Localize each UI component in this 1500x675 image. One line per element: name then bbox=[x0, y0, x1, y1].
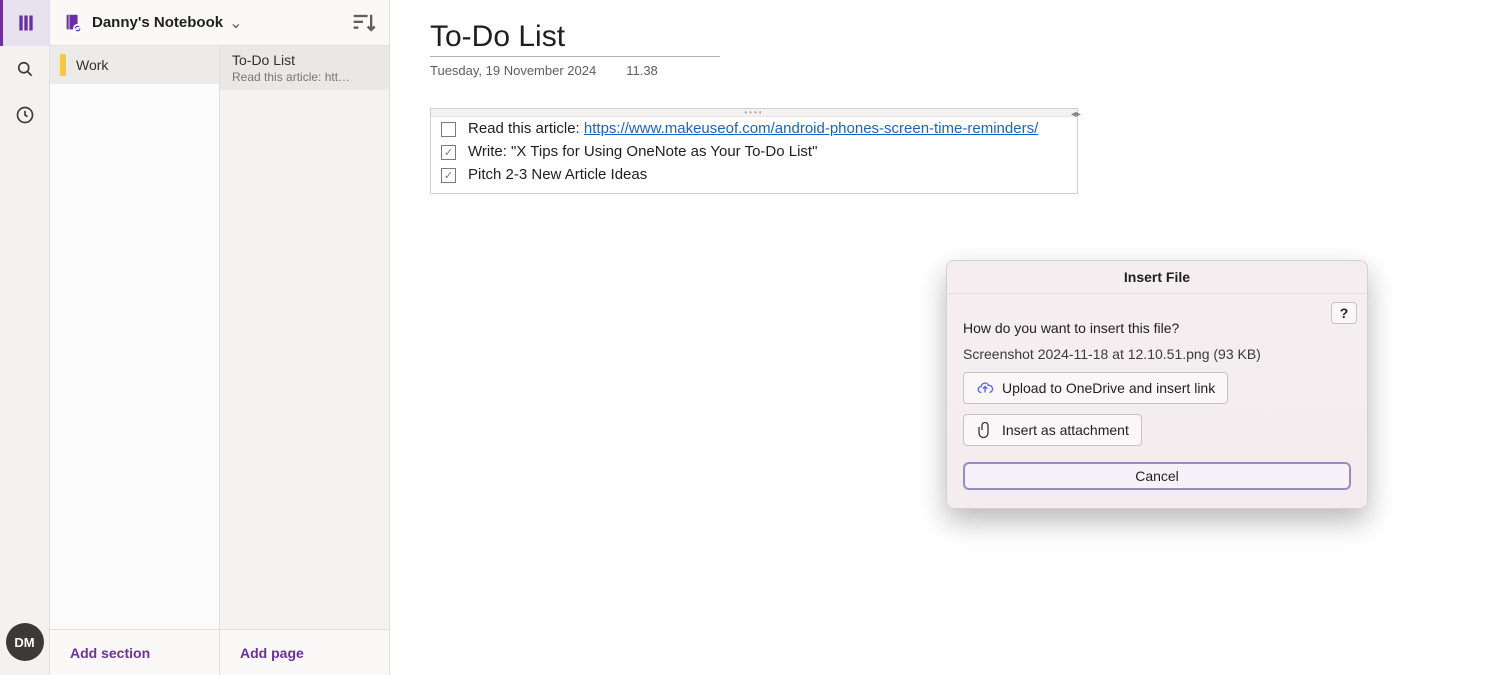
container-drag-handle[interactable]: •••• bbox=[431, 109, 1077, 117]
attach-label: Insert as attachment bbox=[1002, 422, 1129, 438]
page-canvas[interactable]: To-Do List Tuesday, 19 November 2024 11.… bbox=[390, 0, 1500, 675]
rail-notebooks[interactable] bbox=[0, 0, 49, 46]
rail-search[interactable] bbox=[0, 46, 49, 92]
upload-onedrive-button[interactable]: Upload to OneDrive and insert link bbox=[963, 372, 1228, 404]
todo-item[interactable]: Write: "X Tips for Using OneNote as Your… bbox=[431, 140, 1077, 163]
checkbox-checked[interactable] bbox=[441, 168, 456, 183]
section-color-tab bbox=[60, 54, 66, 76]
rail-recents[interactable] bbox=[0, 92, 49, 138]
notebook-sync-icon bbox=[62, 12, 84, 34]
add-section-button[interactable]: Add section bbox=[50, 630, 220, 675]
pages-column: To-Do List Read this article: htt… bbox=[220, 46, 389, 629]
insert-file-dialog: Insert File ? How do you want to insert … bbox=[946, 260, 1368, 509]
page-title[interactable]: To-Do List bbox=[430, 16, 720, 57]
todo-item[interactable]: Pitch 2-3 New Article Ideas bbox=[431, 163, 1077, 193]
sort-button[interactable] bbox=[349, 9, 377, 37]
note-container[interactable]: •••• ◂▸ Read this article: https://www.m… bbox=[430, 108, 1078, 194]
sort-icon bbox=[349, 9, 377, 37]
sections-column: Work bbox=[50, 46, 220, 629]
page-date: Tuesday, 19 November 2024 bbox=[430, 63, 596, 78]
notebook-picker[interactable]: Danny's Notebook ⌄ bbox=[50, 0, 389, 46]
todo-text: Write: "X Tips for Using OneNote as Your… bbox=[468, 143, 817, 160]
section-item[interactable]: Work bbox=[50, 46, 219, 84]
page-item[interactable]: To-Do List Read this article: htt… bbox=[220, 46, 389, 90]
todo-item[interactable]: Read this article: https://www.makeuseof… bbox=[431, 117, 1077, 140]
todo-prefix: Read this article: bbox=[468, 120, 584, 137]
add-page-button[interactable]: Add page bbox=[220, 630, 389, 675]
page-item-title: To-Do List bbox=[232, 52, 377, 68]
cancel-button[interactable]: Cancel bbox=[963, 462, 1351, 490]
checkbox-unchecked[interactable] bbox=[441, 122, 456, 137]
dialog-title: Insert File bbox=[947, 261, 1367, 294]
cloud-upload-icon bbox=[976, 379, 994, 397]
clock-icon bbox=[15, 105, 35, 125]
section-name: Work bbox=[76, 57, 108, 73]
dialog-question: How do you want to insert this file? bbox=[963, 320, 1351, 336]
paperclip-icon bbox=[976, 421, 994, 439]
page-time: 11.38 bbox=[626, 63, 658, 78]
notebook-icon bbox=[16, 13, 36, 33]
chevron-down-icon: ⌄ bbox=[229, 13, 242, 33]
help-button[interactable]: ? bbox=[1331, 302, 1357, 324]
dialog-filename: Screenshot 2024-11-18 at 12.10.51.png (9… bbox=[963, 346, 1351, 362]
avatar[interactable]: DM bbox=[6, 623, 44, 661]
page-item-preview: Read this article: htt… bbox=[232, 70, 377, 84]
notebook-title: Danny's Notebook bbox=[92, 14, 223, 31]
insert-attachment-button[interactable]: Insert as attachment bbox=[963, 414, 1142, 446]
container-resize-handle[interactable]: ◂▸ bbox=[1071, 109, 1081, 120]
todo-text: Read this article: https://www.makeuseof… bbox=[468, 120, 1038, 137]
upload-label: Upload to OneDrive and insert link bbox=[1002, 380, 1215, 396]
checkbox-checked[interactable] bbox=[441, 145, 456, 160]
navigation-pane: Danny's Notebook ⌄ Work To-Do List Read … bbox=[50, 0, 390, 675]
app-rail: DM bbox=[0, 0, 50, 675]
todo-link[interactable]: https://www.makeuseof.com/android-phones… bbox=[584, 120, 1038, 137]
search-icon bbox=[15, 59, 35, 79]
todo-text: Pitch 2-3 New Article Ideas bbox=[468, 166, 647, 183]
